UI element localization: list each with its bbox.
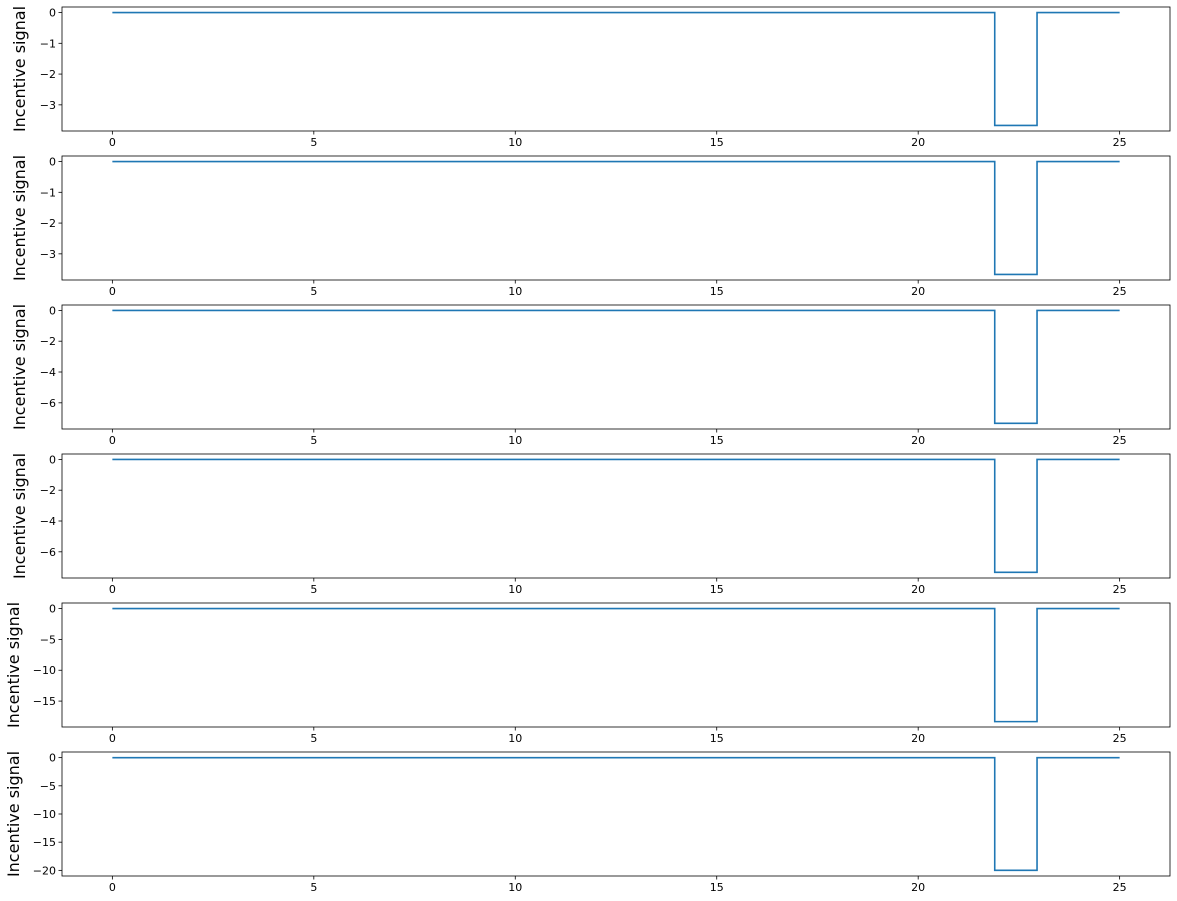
x-tick-label: 20: [911, 881, 925, 894]
axes-frame: [61, 155, 1171, 281]
x-tick-label: 15: [710, 434, 724, 447]
x-tick-label: 25: [1113, 732, 1127, 745]
x-tick-label: 25: [1113, 583, 1127, 596]
figure-canvas: 0 5 10 15 20 25 0 −1 −2 −3 Incentive signal 0 5 10 15 2…: [4, 6, 1171, 894]
x-tick-label: 10: [508, 583, 522, 596]
y-tick-label: −2: [40, 68, 56, 81]
x-tick-label: 20: [911, 434, 925, 447]
y-tick-label: −5: [40, 633, 56, 646]
x-tick-label: 10: [508, 434, 522, 447]
x-tick-label: 0: [109, 434, 116, 447]
y-tick-label: −3: [40, 99, 56, 112]
y-axis-label: Incentive signal: [10, 453, 29, 579]
y-tick-label: −1: [40, 186, 56, 199]
subplot-3: 0 5 10 15 20 25 0 −2 −4 −6 Incentive signal: [10, 304, 1171, 447]
y-tick-label: 0: [49, 7, 56, 20]
y-axis-label: Incentive signal: [10, 155, 29, 281]
series-line-1: [112, 160, 1120, 276]
x-tick-label: 0: [109, 881, 116, 894]
x-tick-label: 5: [310, 285, 317, 298]
axes-frame: [61, 602, 1171, 728]
y-tick-label: −2: [40, 217, 56, 230]
x-tick-label: 5: [310, 434, 317, 447]
x-tick-label: 15: [710, 732, 724, 745]
x-tick-label: 25: [1113, 136, 1127, 149]
x-tick-label: 15: [710, 583, 724, 596]
x-tick-label: 10: [508, 285, 522, 298]
y-tick-label: −10: [33, 664, 56, 677]
series-line-1: [112, 756, 1120, 872]
x-tick-label: 15: [710, 881, 724, 894]
y-tick-label: −2: [40, 335, 56, 348]
y-axis-label: Incentive signal: [10, 304, 29, 430]
y-tick-label: 0: [49, 156, 56, 169]
y-tick-label: −10: [33, 808, 56, 821]
x-tick-label: 20: [911, 732, 925, 745]
x-tick-label: 25: [1113, 881, 1127, 894]
series-line-1: [112, 607, 1120, 723]
axes-frame: [61, 453, 1171, 579]
y-tick-label: −6: [40, 546, 56, 559]
series-line-1: [112, 458, 1120, 574]
y-axis-label: Incentive signal: [10, 6, 29, 132]
y-axis-label: Incentive signal: [4, 751, 23, 877]
subplot-1: 0 5 10 15 20 25 0 −1 −2 −3 Incentive signal: [10, 6, 1171, 149]
y-tick-label: −6: [40, 397, 56, 410]
y-tick-label: −4: [40, 515, 56, 528]
x-tick-label: 5: [310, 583, 317, 596]
series-line-1: [112, 11, 1120, 127]
x-tick-label: 10: [508, 881, 522, 894]
axes-frame: [61, 751, 1171, 877]
x-tick-label: 5: [310, 732, 317, 745]
y-tick-label: −2: [40, 484, 56, 497]
x-tick-label: 10: [508, 136, 522, 149]
y-axis-label: Incentive signal: [4, 602, 23, 728]
x-tick-label: 5: [310, 881, 317, 894]
axes-frame: [61, 304, 1171, 430]
y-tick-label: −15: [33, 695, 56, 708]
y-tick-label: 0: [49, 304, 56, 317]
y-tick-label: −3: [40, 248, 56, 261]
subplot-2: 0 5 10 15 20 25 0 −1 −2 −3 Incentive signal: [10, 155, 1171, 298]
x-tick-label: 0: [109, 732, 116, 745]
x-tick-label: 0: [109, 583, 116, 596]
x-tick-label: 0: [109, 136, 116, 149]
subplot-5: 0 5 10 15 20 25 0 −5 −10 −15 Incentive signal: [4, 602, 1171, 745]
x-tick-label: 15: [710, 136, 724, 149]
x-tick-label: 10: [508, 732, 522, 745]
y-tick-label: 0: [49, 453, 56, 466]
x-tick-label: 25: [1113, 285, 1127, 298]
x-tick-label: 20: [911, 285, 925, 298]
x-tick-label: 25: [1113, 434, 1127, 447]
subplot-4: 0 5 10 15 20 25 0 −2 −4 −6 Incentive signal: [10, 453, 1171, 596]
y-tick-label: −4: [40, 366, 56, 379]
y-tick-label: −15: [33, 836, 56, 849]
y-tick-label: −5: [40, 780, 56, 793]
axes-frame: [61, 6, 1171, 132]
y-tick-label: −20: [33, 864, 56, 877]
y-tick-label: 0: [49, 752, 56, 765]
x-tick-label: 20: [911, 583, 925, 596]
series-line-1: [112, 309, 1120, 425]
subplot-6: 0 5 10 15 20 25 0 −5 −10 −15 −20 Incentive signal: [4, 751, 1171, 894]
y-tick-label: 0: [49, 603, 56, 616]
x-tick-label: 15: [710, 285, 724, 298]
x-tick-label: 5: [310, 136, 317, 149]
x-tick-label: 20: [911, 136, 925, 149]
y-tick-label: −1: [40, 37, 56, 50]
x-tick-label: 0: [109, 285, 116, 298]
